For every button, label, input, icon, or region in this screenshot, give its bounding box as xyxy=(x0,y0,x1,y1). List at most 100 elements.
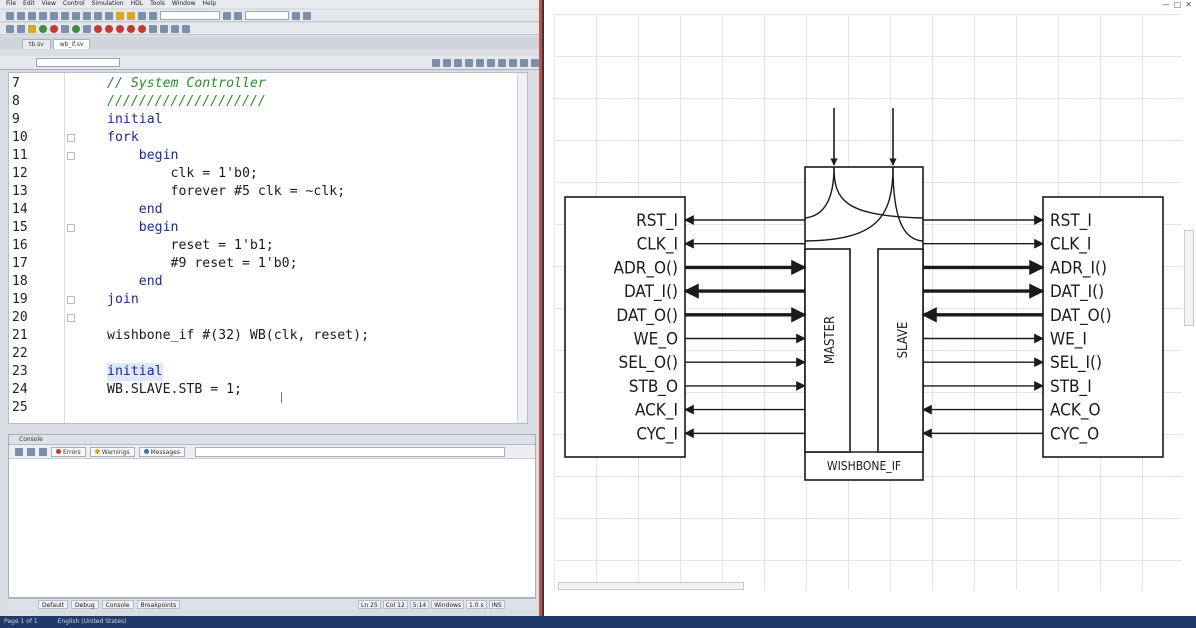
menu-item-window[interactable]: Window xyxy=(172,0,196,8)
code-line[interactable]: begin xyxy=(107,147,179,165)
code-line[interactable]: end xyxy=(107,273,163,291)
zoom-combo[interactable] xyxy=(245,11,289,20)
code-line[interactable]: forever #5 clk = ~clk; xyxy=(107,183,346,201)
format-icon[interactable] xyxy=(509,58,517,67)
messages-filter-button[interactable]: Messages xyxy=(138,446,185,457)
code-line[interactable]: #9 reset = 1'b0; xyxy=(107,255,298,273)
breakpoint-4-icon[interactable] xyxy=(127,24,135,33)
run-length-combo[interactable] xyxy=(160,11,220,20)
split-icon[interactable] xyxy=(531,58,539,67)
code-line[interactable]: fork xyxy=(107,129,139,147)
run-icon[interactable] xyxy=(223,11,231,20)
line-number: 8 xyxy=(12,94,20,109)
menu-item-simulation[interactable]: Simulation xyxy=(92,0,124,8)
menu-item-tools[interactable]: Tools xyxy=(150,0,165,8)
go-icon[interactable] xyxy=(39,24,47,33)
outdent-icon[interactable] xyxy=(443,58,451,67)
zoom-out-icon[interactable] xyxy=(160,24,168,33)
canvas-horizontal-scrollbar[interactable] xyxy=(558,582,744,590)
restart-icon[interactable] xyxy=(61,24,69,33)
menu-item-view[interactable]: View xyxy=(42,0,56,8)
line-number: 18 xyxy=(12,274,28,289)
menu-item-edit[interactable]: Edit xyxy=(23,0,35,8)
uncomment-icon[interactable] xyxy=(465,58,473,67)
copy-icon[interactable] xyxy=(61,11,69,20)
tab-console[interactable]: Console xyxy=(101,600,134,609)
menu-item-help[interactable]: Help xyxy=(203,0,217,8)
code-line[interactable]: //////////////////// xyxy=(107,93,266,111)
paste-icon[interactable] xyxy=(72,11,80,20)
bookmark-icon[interactable] xyxy=(83,24,91,33)
code-line[interactable]: WB.SLAVE.STB = 1; xyxy=(107,381,242,399)
editor-vertical-scrollbar[interactable] xyxy=(517,73,527,423)
redo-icon[interactable] xyxy=(94,11,102,20)
comment-icon[interactable] xyxy=(454,58,462,67)
breakpoint-2-icon[interactable] xyxy=(105,24,113,33)
stop-icon[interactable] xyxy=(50,24,58,33)
bookmark-toggle-icon[interactable] xyxy=(476,58,484,67)
fold-marker-icon[interactable] xyxy=(67,314,75,322)
view-icon[interactable] xyxy=(520,58,528,67)
master-port-label: DAT_O() xyxy=(616,306,678,326)
undo-icon[interactable] xyxy=(83,11,91,20)
code-line[interactable]: join xyxy=(107,291,139,309)
print-icon[interactable] xyxy=(39,11,47,20)
errors-filter-button[interactable]: Errors xyxy=(51,446,86,457)
tab-default[interactable]: Default xyxy=(38,600,68,609)
code-line[interactable]: begin xyxy=(107,219,179,237)
menu-item-control[interactable]: Control xyxy=(63,0,85,8)
code-line[interactable]: initial xyxy=(107,363,163,381)
fold-marker-icon[interactable] xyxy=(67,224,75,232)
fold-marker-icon[interactable] xyxy=(67,134,75,142)
zoom-in-icon[interactable] xyxy=(149,24,157,33)
bookmark-prev-icon[interactable] xyxy=(498,58,506,67)
bookmark-next-icon[interactable] xyxy=(487,58,495,67)
break-icon[interactable] xyxy=(149,11,157,20)
tab-tb[interactable]: tb.sv xyxy=(22,39,51,49)
scope-combo[interactable] xyxy=(36,58,120,67)
new-file-icon[interactable] xyxy=(6,11,14,20)
compile-all-icon[interactable] xyxy=(127,11,135,20)
continue-icon[interactable] xyxy=(72,24,80,33)
canvas-vertical-scrollbar[interactable] xyxy=(1184,230,1194,326)
save-log-icon[interactable] xyxy=(39,447,47,456)
menu-item-file[interactable]: File xyxy=(6,0,16,8)
step-icon[interactable] xyxy=(292,11,300,20)
compile-icon[interactable] xyxy=(116,11,124,20)
breakpoint-5-icon[interactable] xyxy=(138,24,146,33)
line-number: 15 xyxy=(12,220,28,235)
clear-icon[interactable] xyxy=(15,447,23,456)
code-line[interactable]: wishbone_if #(32) WB(clk, reset); xyxy=(107,327,369,345)
open-file-icon[interactable] xyxy=(17,11,25,20)
folder-icon[interactable] xyxy=(28,24,36,33)
fold-marker-icon[interactable] xyxy=(67,296,75,304)
tab-breakpoints[interactable]: Breakpoints xyxy=(136,600,181,609)
run-all-icon[interactable] xyxy=(234,11,242,20)
tab-wb-if[interactable]: wb_if.sv xyxy=(52,39,91,49)
console-search-input[interactable] xyxy=(195,446,505,457)
diagram-canvas[interactable]: — □ ✕ RST_I CLK_I ADR_O() DAT_I() DAT_O() WE_… xyxy=(544,0,1196,616)
indent-icon[interactable] xyxy=(432,58,440,67)
breakpoint-3-icon[interactable] xyxy=(116,24,124,33)
code-line[interactable]: clk = 1'b0; xyxy=(107,165,258,183)
find-icon[interactable] xyxy=(105,11,113,20)
fold-marker-icon[interactable] xyxy=(67,152,75,160)
list-icon[interactable] xyxy=(17,24,25,33)
code-line[interactable]: initial xyxy=(107,111,163,129)
step-over-icon[interactable] xyxy=(303,11,311,20)
code-line[interactable]: reset = 1'b1; xyxy=(107,237,274,255)
code-line[interactable]: // System Controller xyxy=(107,75,266,93)
wave-icon[interactable] xyxy=(6,24,14,33)
simulate-icon[interactable] xyxy=(138,11,146,20)
code-editor[interactable]: 7 8 9 10 11 12 13 14 15 16 17 18 19 20 21 22 23 24 25 // S… xyxy=(8,72,528,424)
code-line[interactable]: end xyxy=(107,201,163,219)
cut-icon[interactable] xyxy=(50,11,58,20)
tab-debug[interactable]: Debug xyxy=(70,600,99,609)
breakpoint-icon[interactable] xyxy=(94,24,102,33)
cursor-icon[interactable] xyxy=(182,24,190,33)
menu-item-hdl[interactable]: HDL xyxy=(131,0,143,8)
copy-log-icon[interactable] xyxy=(27,447,35,456)
zoom-fit-icon[interactable] xyxy=(171,24,179,33)
save-icon[interactable] xyxy=(28,11,36,20)
warnings-filter-button[interactable]: Warnings xyxy=(89,446,135,457)
